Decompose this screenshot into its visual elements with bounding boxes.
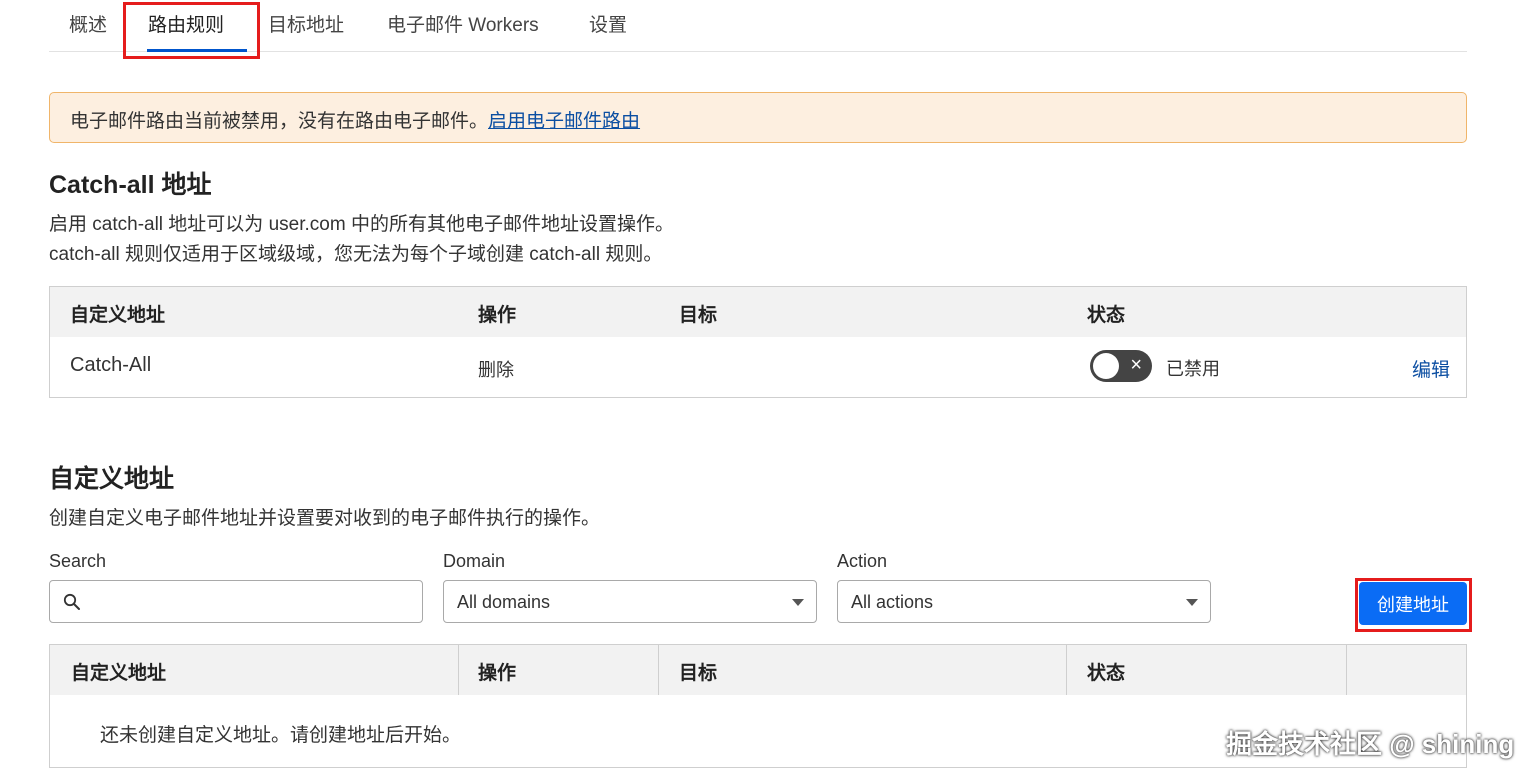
catchall-desc-line1: 启用 catch-all 地址可以为 user.com 中的所有其他电子邮件地址… bbox=[49, 214, 674, 235]
column-divider bbox=[1346, 645, 1347, 695]
catchall-address: Catch-All bbox=[70, 354, 152, 376]
search-icon bbox=[63, 593, 80, 610]
custom-title: 自定义地址 bbox=[49, 465, 175, 493]
tab-settings[interactable]: 设置 bbox=[589, 10, 627, 37]
column-divider bbox=[1066, 645, 1067, 695]
close-icon: × bbox=[1130, 354, 1142, 376]
catchall-action: 删除 bbox=[478, 360, 514, 380]
search-input[interactable] bbox=[49, 580, 423, 623]
tab-bar: 概述 路由规则 目标地址 电子邮件 Workers 设置 bbox=[49, 0, 1467, 52]
watermark: 掘金技术社区 @ shining bbox=[1226, 729, 1515, 759]
custom-desc: 创建自定义电子邮件地址并设置要对收到的电子邮件执行的操作。 bbox=[49, 508, 601, 529]
catchall-table-header: 自定义地址 操作 目标 状态 bbox=[50, 287, 1466, 337]
domain-select[interactable]: All domains bbox=[443, 580, 817, 623]
enable-email-routing-link[interactable]: 启用电子邮件路由 bbox=[488, 111, 640, 132]
catchall-toggle[interactable]: × bbox=[1090, 350, 1152, 382]
highlight-box-tab bbox=[123, 2, 260, 59]
column-header-target: 目标 bbox=[679, 663, 718, 684]
tab-overview[interactable]: 概述 bbox=[69, 10, 107, 37]
banner-text: 电子邮件路由当前被禁用，没有在路由电子邮件。 bbox=[70, 111, 489, 132]
catchall-table: 自定义地址 操作 目标 状态 Catch-All 删除 × 已禁用 编辑 bbox=[49, 286, 1467, 398]
domain-select-value: All domains bbox=[457, 592, 551, 612]
highlight-box-create bbox=[1355, 578, 1472, 632]
custom-table-header: 自定义地址 操作 目标 状态 bbox=[50, 645, 1466, 695]
catchall-title: Catch-all 地址 bbox=[49, 171, 212, 199]
empty-state-text: 还未创建自定义地址。请创建地址后开始。 bbox=[100, 725, 462, 746]
action-label: Action bbox=[837, 551, 888, 571]
catchall-desc-line2: catch-all 规则仅适用于区域级域，您无法为每个子域创建 catch-al… bbox=[49, 244, 663, 265]
chevron-down-icon bbox=[1186, 599, 1198, 606]
tab-email-workers[interactable]: 电子邮件 Workers bbox=[387, 10, 539, 37]
domain-label: Domain bbox=[443, 551, 506, 571]
column-header-address: 自定义地址 bbox=[71, 663, 167, 684]
column-header-status: 状态 bbox=[1087, 305, 1126, 326]
edit-link[interactable]: 编辑 bbox=[1412, 355, 1450, 382]
column-header-address: 自定义地址 bbox=[70, 305, 166, 326]
chevron-down-icon bbox=[792, 599, 804, 606]
column-header-action: 操作 bbox=[478, 663, 517, 684]
search-label: Search bbox=[49, 551, 107, 571]
column-divider bbox=[458, 645, 459, 695]
table-row: Catch-All 删除 × 已禁用 编辑 bbox=[50, 337, 1466, 397]
tab-destination-addresses[interactable]: 目标地址 bbox=[268, 10, 344, 37]
catchall-status: 已禁用 bbox=[1166, 359, 1220, 379]
column-header-status: 状态 bbox=[1087, 663, 1126, 684]
action-select-value: All actions bbox=[851, 592, 934, 612]
column-header-target: 目标 bbox=[679, 305, 718, 326]
toggle-knob bbox=[1093, 353, 1119, 379]
column-divider bbox=[658, 645, 659, 695]
disabled-warning-banner: 电子邮件路由当前被禁用，没有在路由电子邮件。启用电子邮件路由 bbox=[49, 92, 1467, 143]
action-select[interactable]: All actions bbox=[837, 580, 1211, 623]
column-header-action: 操作 bbox=[478, 305, 517, 326]
